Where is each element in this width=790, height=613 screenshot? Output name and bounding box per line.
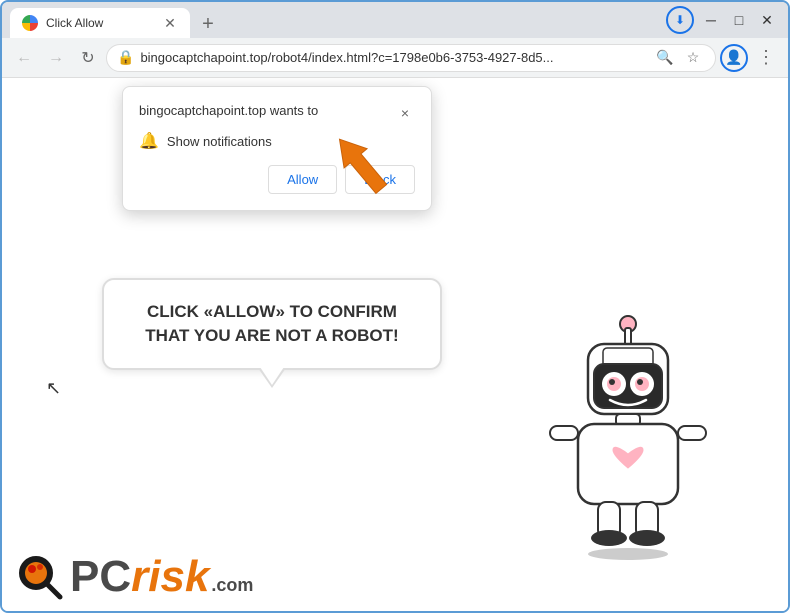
maximize-button[interactable]: □ — [726, 7, 752, 33]
minimize-button[interactable]: ─ — [698, 7, 724, 33]
tab-favicon — [22, 15, 38, 31]
download-icon[interactable]: ⬇ — [666, 6, 694, 34]
menu-button[interactable]: ⋮ — [752, 44, 780, 72]
back-button[interactable]: ← — [10, 44, 38, 72]
popup-header: bingocaptchapoint.top wants to × — [139, 103, 415, 123]
title-bar: Click Allow ✕ + ⬇ ─ □ ✕ — [2, 2, 788, 38]
speech-bubble: CLICK «ALLOW» TO CONFIRM THAT YOU ARE NO… — [102, 278, 442, 370]
new-tab-button[interactable]: + — [194, 10, 222, 38]
popup-buttons: Allow Block — [139, 165, 415, 194]
tab-area: Click Allow ✕ + — [10, 2, 654, 38]
url-icons: 🔍 ☆ — [653, 46, 705, 70]
forward-button[interactable]: → — [42, 44, 70, 72]
bubble-text: CLICK «ALLOW» TO CONFIRM THAT YOU ARE NO… — [128, 300, 416, 348]
lock-icon: 🔒 — [117, 49, 134, 66]
logo-com: .com — [211, 576, 253, 594]
allow-button[interactable]: Allow — [268, 165, 337, 194]
window-controls: ─ □ ✕ — [698, 7, 780, 33]
url-bar[interactable]: 🔒 bingocaptchapoint.top/robot4/index.htm… — [106, 44, 716, 72]
close-button[interactable]: ✕ — [754, 7, 780, 33]
tab-close-button[interactable]: ✕ — [162, 15, 178, 31]
pcrisk-logo-icon — [14, 551, 66, 603]
cursor: ↖ — [46, 378, 61, 399]
logo-area: PC risk .com — [14, 551, 253, 603]
page-inner: bingocaptchapoint.top wants to × 🔔 Show … — [2, 78, 788, 611]
logo-risk: risk — [131, 555, 209, 599]
browser-tab[interactable]: Click Allow ✕ — [10, 8, 190, 38]
search-icon[interactable]: 🔍 — [653, 46, 677, 70]
profile-button[interactable]: 👤 — [720, 44, 748, 72]
refresh-button[interactable]: ↻ — [74, 44, 102, 72]
notification-label: Show notifications — [167, 134, 272, 149]
popup-close-button[interactable]: × — [395, 103, 415, 123]
browser-window: Click Allow ✕ + ⬇ ─ □ ✕ ← → ↻ 🔒 bingocap… — [0, 0, 790, 613]
address-bar: ← → ↻ 🔒 bingocaptchapoint.top/robot4/ind… — [2, 38, 788, 78]
logo-text: PC risk .com — [70, 555, 253, 599]
robot-area — [528, 306, 728, 571]
logo-pc: PC — [70, 555, 131, 599]
popup-site-text: bingocaptchapoint.top wants to — [139, 103, 318, 118]
bookmark-icon[interactable]: ☆ — [681, 46, 705, 70]
bell-icon: 🔔 — [139, 131, 159, 151]
popup-notification-row: 🔔 Show notifications — [139, 131, 415, 151]
page-content: bingocaptchapoint.top wants to × 🔔 Show … — [2, 78, 788, 611]
url-text: bingocaptchapoint.top/robot4/index.html?… — [140, 50, 647, 65]
notification-popup: bingocaptchapoint.top wants to × 🔔 Show … — [122, 86, 432, 211]
block-button[interactable]: Block — [345, 165, 415, 194]
tab-title: Click Allow — [46, 16, 154, 30]
robot-image — [528, 306, 728, 566]
